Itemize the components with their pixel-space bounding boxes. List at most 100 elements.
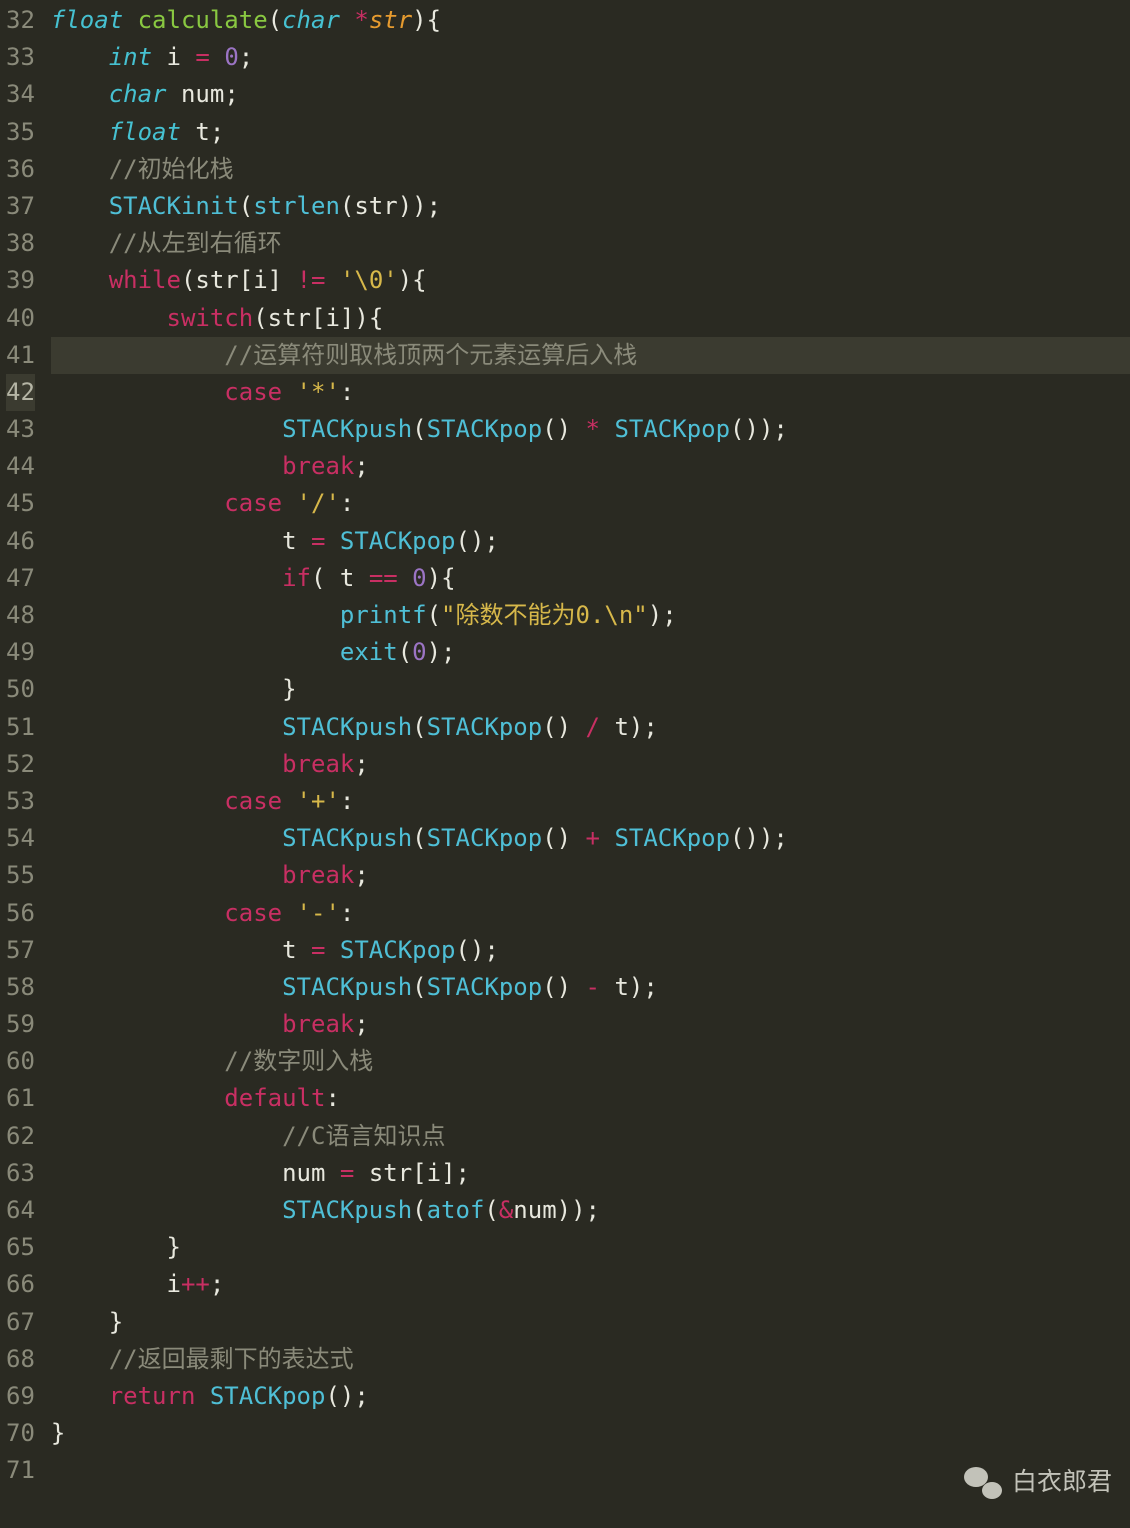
token-op: ++ [181,1270,210,1298]
code-line[interactable]: } [51,1415,1130,1452]
token-punct [51,601,340,629]
code-line[interactable]: default: [51,1080,1130,1117]
line-number: 67 [6,1304,35,1341]
line-number: 53 [6,783,35,820]
code-line[interactable]: float calculate(char *str){ [51,2,1130,39]
token-kw-ctrl: break [282,1010,354,1038]
code-line[interactable]: STACKpush(STACKpop() + STACKpop()); [51,820,1130,857]
code-line[interactable]: //运算符则取栈顶两个元素运算后入栈 [51,337,1130,374]
token-punct: ); [427,638,456,666]
line-number: 50 [6,671,35,708]
code-line[interactable]: } [51,1229,1130,1266]
code-line[interactable]: int i = 0; [51,39,1130,76]
token-punct: ; [354,861,368,889]
code-line[interactable]: break; [51,1006,1130,1043]
code-line[interactable]: case '+': [51,783,1130,820]
token-punct: () [542,973,585,1001]
token-op: / [586,713,600,741]
token-op: & [499,1196,513,1224]
line-number: 69 [6,1378,35,1415]
token-param: str [369,6,412,34]
code-line[interactable]: float t; [51,114,1130,151]
code-line[interactable]: switch(str[i]){ [51,300,1130,337]
token-punct: ){ [427,564,456,592]
token-fn-call: STACKpop [427,824,543,852]
code-line[interactable]: STACKinit(strlen(str)); [51,188,1130,225]
code-line[interactable]: i++; [51,1266,1130,1303]
line-number: 64 [6,1192,35,1229]
token-ident: t [282,527,296,555]
token-str: '\0' [340,266,398,294]
token-punct: : [340,899,354,927]
token-ident: num [282,1159,325,1187]
token-num: 0 [412,638,426,666]
token-fn-call: STACKpop [427,973,543,1001]
token-punct [51,713,282,741]
line-number: 41 [6,337,35,374]
token-punct [600,824,614,852]
token-kw-ctrl: break [282,750,354,778]
token-punct [51,1345,109,1373]
line-number: 58 [6,969,35,1006]
code-line[interactable]: num = str[i]; [51,1155,1130,1192]
line-number: 63 [6,1155,35,1192]
token-punct [51,787,224,815]
code-line[interactable]: if( t == 0){ [51,560,1130,597]
code-line[interactable]: //从左到右循环 [51,225,1130,262]
code-line[interactable]: t = STACKpop(); [51,523,1130,560]
token-punct: ( [253,304,267,332]
code-line[interactable]: char num; [51,76,1130,113]
code-line[interactable]: case '/': [51,485,1130,522]
code-editor[interactable]: 3233343536373839404142434445464748495051… [0,0,1130,1528]
token-comment: //从左到右循环 [109,229,282,257]
code-line[interactable]: } [51,671,1130,708]
token-punct [282,378,296,406]
token-punct [51,415,282,443]
token-punct: } [51,1308,123,1336]
code-line[interactable]: //C语言知识点 [51,1118,1130,1155]
token-punct [51,564,282,592]
line-number: 52 [6,746,35,783]
code-line[interactable]: printf("除数不能为0.\n"); [51,597,1130,634]
watermark-text: 白衣郎君 [1012,1463,1112,1502]
code-line[interactable]: STACKpush(STACKpop() * STACKpop()); [51,411,1130,448]
token-ident: num [181,80,224,108]
code-line[interactable]: //数字则入栈 [51,1043,1130,1080]
token-punct: )); [398,192,441,220]
token-fn-call: STACKinit [109,192,239,220]
token-punct [600,713,614,741]
code-line[interactable]: return STACKpop(); [51,1378,1130,1415]
code-line[interactable]: t = STACKpop(); [51,932,1130,969]
token-fn-call: STACKpush [282,713,412,741]
code-line[interactable]: case '-': [51,895,1130,932]
token-op: - [586,973,600,1001]
code-line[interactable]: } [51,1304,1130,1341]
code-line[interactable]: STACKpush(atof(&num)); [51,1192,1130,1229]
token-fn-call: STACKpush [282,824,412,852]
code-line[interactable]: STACKpush(STACKpop() / t); [51,709,1130,746]
token-punct [600,973,614,1001]
token-kw-type: char [109,80,167,108]
code-line[interactable]: break; [51,746,1130,783]
token-punct: : [340,489,354,517]
wechat-icon [964,1467,1002,1499]
line-number: 68 [6,1341,35,1378]
code-line[interactable]: break; [51,857,1130,894]
code-line[interactable]: while(str[i] != '\0'){ [51,262,1130,299]
token-punct [181,43,195,71]
token-str: '-' [297,899,340,927]
code-line[interactable]: break; [51,448,1130,485]
code-area[interactable]: float calculate(char *str){ int i = 0; c… [47,0,1130,1528]
code-line[interactable]: STACKpush(STACKpop() - t); [51,969,1130,1006]
line-number: 65 [6,1229,35,1266]
token-punct [51,1159,282,1187]
code-line[interactable]: exit(0); [51,634,1130,671]
token-num: 0 [412,564,426,592]
token-punct [325,266,339,294]
token-ident: str [354,192,397,220]
token-punct: ( [239,192,253,220]
token-punct: ; [354,452,368,480]
code-line[interactable]: //初始化栈 [51,151,1130,188]
code-line[interactable]: //返回最剩下的表达式 [51,1341,1130,1378]
code-line[interactable]: case '*': [51,374,1130,411]
